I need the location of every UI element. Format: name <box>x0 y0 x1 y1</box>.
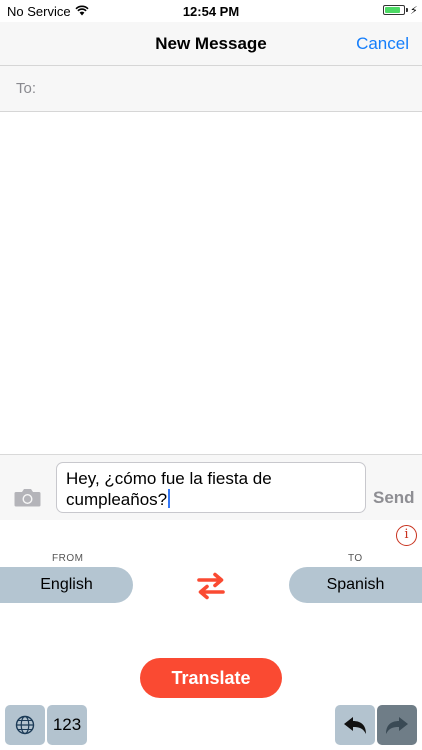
globe-icon <box>15 715 35 735</box>
recipient-label: To: <box>16 80 37 97</box>
cancel-button[interactable]: Cancel <box>356 34 409 54</box>
compose-bar: Hey, ¿cómo fue la fiesta de cumpleaños? … <box>0 454 422 520</box>
numbers-key[interactable]: 123 <box>47 705 87 745</box>
from-language-button[interactable]: English <box>0 567 133 603</box>
camera-icon[interactable] <box>14 488 41 507</box>
to-label: TO <box>348 553 363 564</box>
navigation-bar: New Message Cancel <box>0 22 422 65</box>
send-button[interactable]: Send <box>373 488 415 508</box>
redo-button[interactable] <box>377 705 417 745</box>
conversation-area <box>0 112 422 454</box>
translate-button[interactable]: Translate <box>140 658 282 698</box>
swap-languages-button[interactable] <box>196 572 226 600</box>
text-cursor <box>168 489 171 508</box>
globe-button[interactable] <box>5 705 45 745</box>
status-bar: No Service 12:54 PM ⚡︎ <box>0 0 422 22</box>
to-language-button[interactable]: Spanish <box>289 567 422 603</box>
battery-icon <box>383 5 408 15</box>
clock: 12:54 PM <box>182 4 240 19</box>
from-label: FROM <box>52 553 84 564</box>
redo-icon <box>386 717 408 734</box>
info-icon[interactable]: i <box>396 525 417 546</box>
swap-arrows-icon <box>197 572 225 600</box>
undo-icon <box>344 717 366 734</box>
message-input[interactable]: Hey, ¿cómo fue la fiesta de cumpleaños? <box>56 462 366 513</box>
charging-bolt-icon: ⚡︎ <box>410 5 418 17</box>
recipient-field[interactable]: To: <box>0 65 422 112</box>
undo-button[interactable] <box>335 705 375 745</box>
